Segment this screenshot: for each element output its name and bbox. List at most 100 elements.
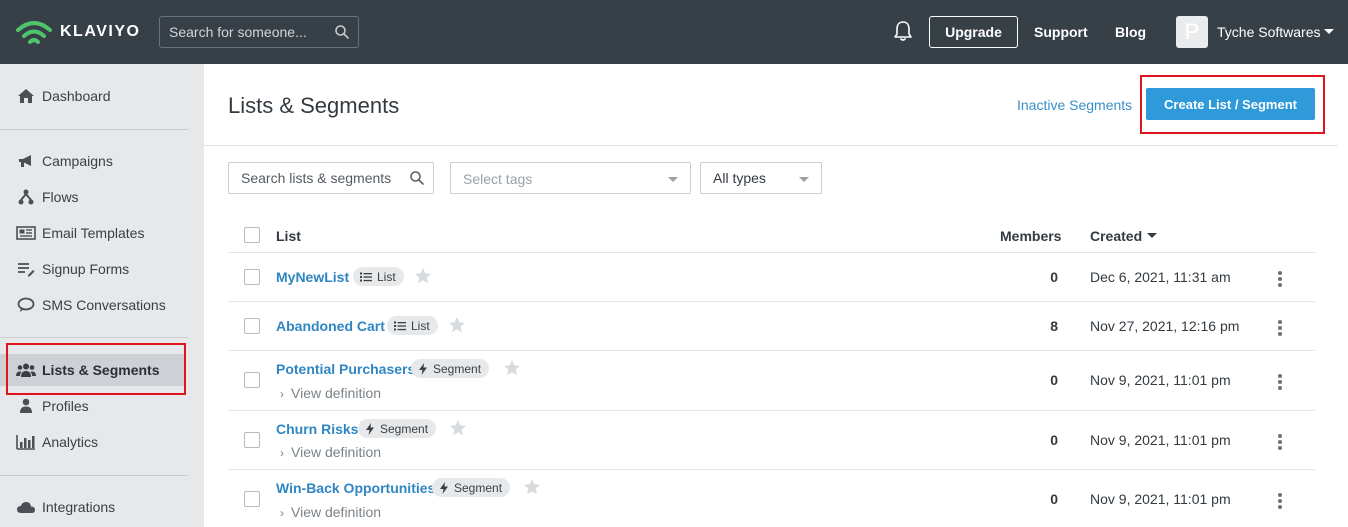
search-icon[interactable] [334, 24, 350, 40]
row-actions-menu-icon[interactable] [1278, 271, 1282, 289]
sidebar-item-sms-conversations[interactable]: SMS Conversations [0, 289, 204, 321]
row-actions-menu-icon[interactable] [1278, 374, 1282, 392]
table-divider [228, 252, 1315, 253]
sidebar-item-label: Flows [42, 189, 79, 205]
sidebar-item-label: Analytics [42, 434, 99, 450]
chat-icon [16, 297, 36, 313]
type-badge: Segment [358, 419, 437, 438]
type-badge-label: List [377, 269, 396, 284]
type-badge: List [387, 316, 438, 335]
bar-chart-icon [16, 434, 36, 450]
sidebar-item-label: Profiles [42, 398, 89, 414]
chevron-down-icon [668, 177, 678, 182]
sidebar-item-campaigns[interactable]: Campaigns [0, 145, 204, 177]
list-name-link[interactable]: MyNewList [276, 269, 349, 285]
sort-descending-icon[interactable] [1147, 233, 1157, 238]
list-name-link[interactable]: Abandoned Cart [276, 318, 385, 334]
type-badge: List [353, 267, 404, 286]
home-icon [16, 88, 36, 104]
type-badge-label: Segment [380, 421, 429, 436]
star-icon[interactable] [449, 419, 467, 437]
support-link[interactable]: Support [1034, 24, 1088, 40]
search-lists-input[interactable] [229, 163, 399, 193]
row-actions-menu-icon[interactable] [1278, 493, 1282, 511]
row-checkbox[interactable] [244, 491, 260, 507]
blog-link[interactable]: Blog [1115, 24, 1146, 40]
select-all-checkbox[interactable] [244, 227, 260, 243]
sidebar-item-email-templates[interactable]: Email Templates [0, 217, 204, 249]
column-header-created[interactable]: Created [1090, 228, 1142, 244]
segment-name-link[interactable]: Churn Risks [276, 421, 358, 437]
sidebar-item-flows[interactable]: Flows [0, 181, 204, 213]
form-list-icon [16, 261, 36, 277]
sidebar: Dashboard Campaigns Flows Email Template… [0, 64, 204, 527]
row-checkbox[interactable] [244, 318, 260, 334]
wifi-logo-icon [16, 21, 52, 44]
star-icon[interactable] [414, 267, 432, 285]
search-lists-field[interactable] [228, 162, 434, 194]
type-filter-value: All types [713, 170, 766, 186]
type-badge: Segment [411, 359, 490, 378]
sidebar-item-signup-forms[interactable]: Signup Forms [0, 253, 204, 285]
row-checkbox[interactable] [244, 372, 260, 388]
sidebar-item-label: SMS Conversations [42, 297, 166, 313]
sidebar-item-analytics[interactable]: Analytics [0, 426, 204, 458]
view-definition-label: View definition [291, 444, 382, 460]
star-icon[interactable] [448, 316, 466, 334]
type-badge-label: Segment [454, 480, 503, 495]
segment-name-link[interactable]: Win-Back Opportunities [276, 480, 435, 496]
members-count: 8 [1050, 318, 1058, 334]
table-divider [228, 301, 1315, 302]
sidebar-item-integrations[interactable]: Integrations [0, 491, 204, 523]
segment-name-link[interactable]: Potential Purchasers [276, 361, 415, 377]
sidebar-item-dashboard[interactable]: Dashboard [0, 80, 204, 112]
column-header-members[interactable]: Members [1000, 228, 1061, 244]
table-divider [228, 350, 1315, 351]
flow-icon [16, 189, 36, 205]
select-tags-placeholder: Select tags [463, 171, 533, 187]
search-icon[interactable] [409, 170, 425, 186]
type-badge-label: Segment [433, 361, 482, 376]
newspaper-icon [16, 225, 36, 241]
star-icon[interactable] [523, 478, 541, 496]
lightning-bolt-icon [418, 362, 428, 375]
sidebar-divider [0, 337, 188, 338]
members-count: 0 [1050, 269, 1058, 285]
avatar[interactable]: P [1176, 16, 1208, 48]
view-definition-toggle[interactable]: › View definition [280, 504, 381, 520]
members-count: 0 [1050, 491, 1058, 507]
inactive-segments-link[interactable]: Inactive Segments [1017, 97, 1132, 113]
view-definition-label: View definition [291, 385, 382, 401]
sidebar-item-label: Campaigns [42, 153, 113, 169]
lightning-bolt-icon [365, 422, 375, 435]
klaviyo-logo[interactable]: KLAVIYO [16, 18, 140, 46]
list-icon [360, 272, 372, 282]
star-icon[interactable] [503, 359, 521, 377]
notification-bell-icon[interactable] [893, 20, 913, 42]
created-date: Nov 9, 2021, 11:01 pm [1090, 372, 1231, 388]
global-search-input[interactable] [160, 17, 330, 47]
row-checkbox[interactable] [244, 432, 260, 448]
row-actions-menu-icon[interactable] [1278, 320, 1282, 338]
sidebar-divider [0, 475, 188, 476]
view-definition-toggle[interactable]: › View definition [280, 444, 381, 460]
top-navigation-bar: KLAVIYO Upgrade Support Blog P Tyche Sof… [0, 0, 1348, 64]
global-search[interactable] [159, 16, 359, 48]
chevron-right-icon: › [280, 446, 284, 460]
view-definition-toggle[interactable]: › View definition [280, 385, 381, 401]
row-actions-menu-icon[interactable] [1278, 434, 1282, 452]
created-date: Dec 6, 2021, 11:31 am [1090, 269, 1231, 285]
view-definition-label: View definition [291, 504, 382, 520]
row-checkbox[interactable] [244, 269, 260, 285]
select-tags-dropdown[interactable]: Select tags [450, 162, 691, 194]
type-filter-dropdown[interactable]: All types [700, 162, 822, 194]
sidebar-divider [0, 129, 188, 130]
type-badge-label: List [411, 318, 430, 333]
sidebar-item-label: Email Templates [42, 225, 145, 241]
account-dropdown-caret-icon[interactable] [1324, 29, 1334, 34]
cloud-icon [16, 499, 36, 515]
user-icon [16, 398, 36, 414]
header-divider [204, 145, 1338, 146]
account-name[interactable]: Tyche Softwares [1217, 24, 1321, 40]
upgrade-button[interactable]: Upgrade [929, 16, 1018, 48]
